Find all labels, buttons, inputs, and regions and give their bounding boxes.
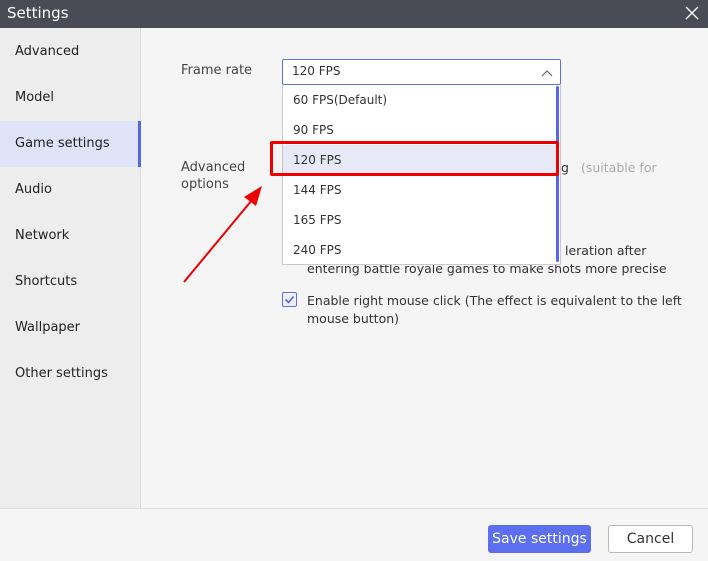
frame-rate-dropdown: 60 FPS(Default) 90 FPS 120 FPS 144 FPS 1… — [282, 85, 561, 265]
option-partial-tail: g — [561, 160, 569, 175]
frame-rate-option-120[interactable]: 120 FPS — [283, 145, 557, 175]
sidebar: Advanced Model Game settings Audio Netwo… — [0, 28, 141, 508]
frame-rate-option-165[interactable]: 165 FPS — [283, 205, 557, 235]
advanced-options-label-line2: options — [181, 177, 229, 192]
dropdown-scrollbar[interactable] — [556, 86, 559, 262]
frame-rate-label: Frame rate — [181, 63, 253, 78]
sidebar-item-network[interactable]: Network — [0, 213, 141, 259]
right-click-checkbox[interactable] — [282, 292, 297, 307]
right-click-label-line1: Enable right mouse click (The effect is … — [307, 293, 682, 308]
sidebar-item-wallpaper[interactable]: Wallpaper — [0, 305, 141, 351]
sidebar-item-advanced[interactable]: Advanced — [0, 29, 141, 75]
close-icon[interactable] — [685, 3, 699, 23]
chevron-up-icon — [541, 67, 553, 77]
sidebar-item-game-settings[interactable]: Game settings — [0, 121, 141, 167]
sidebar-item-other-settings[interactable]: Other settings — [0, 351, 141, 397]
sidebar-item-model[interactable]: Model — [0, 75, 141, 121]
window-title: Settings — [7, 4, 69, 22]
option-partial-hint: (suitable for — [581, 160, 657, 175]
frame-rate-option-60[interactable]: 60 FPS(Default) — [283, 85, 557, 115]
frame-rate-option-90[interactable]: 90 FPS — [283, 115, 557, 145]
footer: Save settings Cancel — [0, 508, 708, 561]
mouse-accel-line1-tail: leration after — [565, 243, 647, 258]
frame-rate-option-144[interactable]: 144 FPS — [283, 175, 557, 205]
frame-rate-option-240[interactable]: 240 FPS — [283, 235, 557, 265]
advanced-options-label-line1: Advanced — [181, 160, 246, 175]
window-titlebar: Settings — [0, 0, 708, 28]
cancel-button[interactable]: Cancel — [608, 525, 693, 553]
frame-rate-select[interactable]: 120 FPS — [282, 59, 561, 85]
sidebar-item-audio[interactable]: Audio — [0, 167, 141, 213]
right-click-label-line2: mouse button) — [307, 311, 400, 326]
sidebar-item-shortcuts[interactable]: Shortcuts — [0, 259, 141, 305]
frame-rate-value: 120 FPS — [292, 64, 341, 78]
save-settings-button[interactable]: Save settings — [488, 525, 591, 553]
